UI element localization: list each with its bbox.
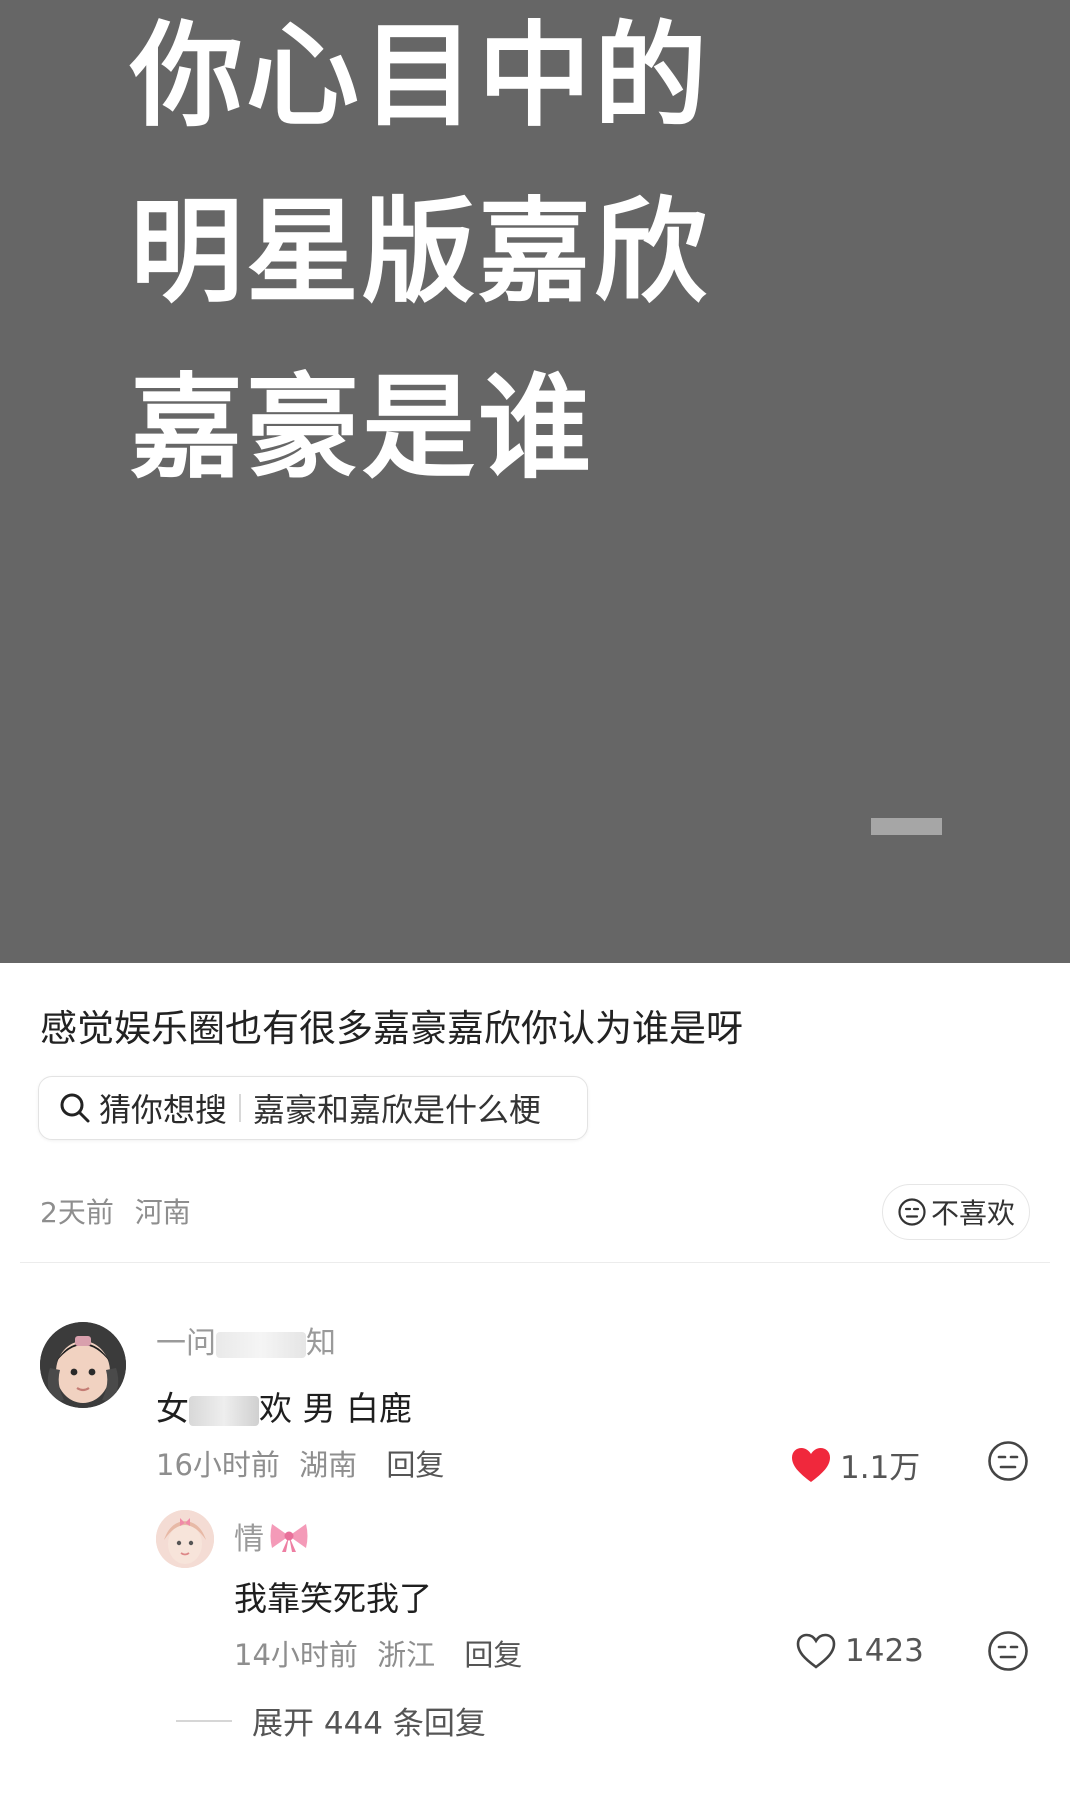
reply-location: 浙江 [377,1638,436,1672]
expand-replies-label: 展开 444 条回复 [252,1706,486,1742]
reply-body: 我靠笑死我了 [234,1579,432,1618]
section-divider [20,1262,1050,1263]
comment-redaction [189,1395,259,1426]
username-part-end: 知 [306,1326,336,1361]
avatar-image [156,1510,214,1568]
avatar-image [40,1322,126,1408]
reply-meta: 14小时前 浙江 回复 [234,1632,522,1674]
dislike-label: 不喜欢 [930,1197,1015,1230]
hero-line-2: 明星版嘉欣 [130,186,710,318]
neutral-face-icon[interactable] [987,1630,1029,1672]
hero-line-3: 嘉豪是谁 [130,362,594,494]
reply-button[interactable]: 回复 [464,1638,522,1672]
avatar[interactable] [156,1510,214,1568]
post-image[interactable]: 你心目中的 明星版嘉欣 嘉豪是谁 [0,0,1070,963]
comment-location: 湖南 [299,1448,358,1482]
search-suggestion-query: 嘉豪和嘉欣是什么梗 [253,1091,542,1129]
comment-meta: 16小时前 湖南 回复 [156,1442,444,1484]
like-button[interactable]: 1423 [795,1632,924,1670]
username-part-start: 一问 [156,1326,216,1361]
like-count: 1.1万 [840,1450,921,1486]
post-description: 感觉娱乐圈也有很多嘉豪嘉欣你认为谁是呀 [40,1007,743,1050]
comment-time: 16小时前 [156,1448,280,1482]
dislike-button[interactable]: 不喜欢 [882,1184,1030,1240]
comment-body: 女 欢 男 白鹿 [156,1382,412,1430]
like-count: 1423 [845,1633,924,1669]
search-suggestion-prefix: 猜你想搜 [99,1091,228,1129]
post-location: 河南 [134,1196,191,1229]
post-time: 2天前 [40,1196,114,1229]
reply-time: 14小时前 [234,1638,358,1672]
expand-replies-button[interactable]: 展开 444 条回复 [176,1698,486,1743]
comment-username[interactable]: 一问 知 [156,1318,336,1362]
chip-divider [239,1094,242,1122]
comment-body-mid: 欢 [259,1389,292,1428]
username-redaction [216,1331,306,1358]
heart-icon [796,1633,836,1669]
comment-body-start: 女 [156,1389,189,1428]
comment-body-end: 男 白鹿 [302,1389,413,1428]
search-suggestion-chip[interactable]: 猜你想搜 嘉豪和嘉欣是什么梗 [38,1076,588,1140]
avatar[interactable] [40,1322,126,1408]
reply-username[interactable]: 情 [234,1514,310,1558]
neutral-face-icon[interactable] [987,1440,1029,1482]
reply-button[interactable]: 回复 [386,1448,444,1482]
expand-line [176,1719,232,1722]
reply-username-text: 情 [234,1522,264,1557]
bow-emoji-icon [270,1524,308,1552]
heart-icon [792,1447,830,1482]
post-meta: 2天前 河南 [40,1191,191,1231]
post-image-title: 你心目中的 明星版嘉欣 嘉豪是谁 [130,0,710,516]
hero-line-1: 你心目中的 [130,10,710,142]
image-page-indicator [871,818,942,835]
like-button[interactable]: 1.1万 [790,1442,920,1487]
search-icon [60,1093,90,1123]
neutral-face-icon [898,1198,926,1226]
